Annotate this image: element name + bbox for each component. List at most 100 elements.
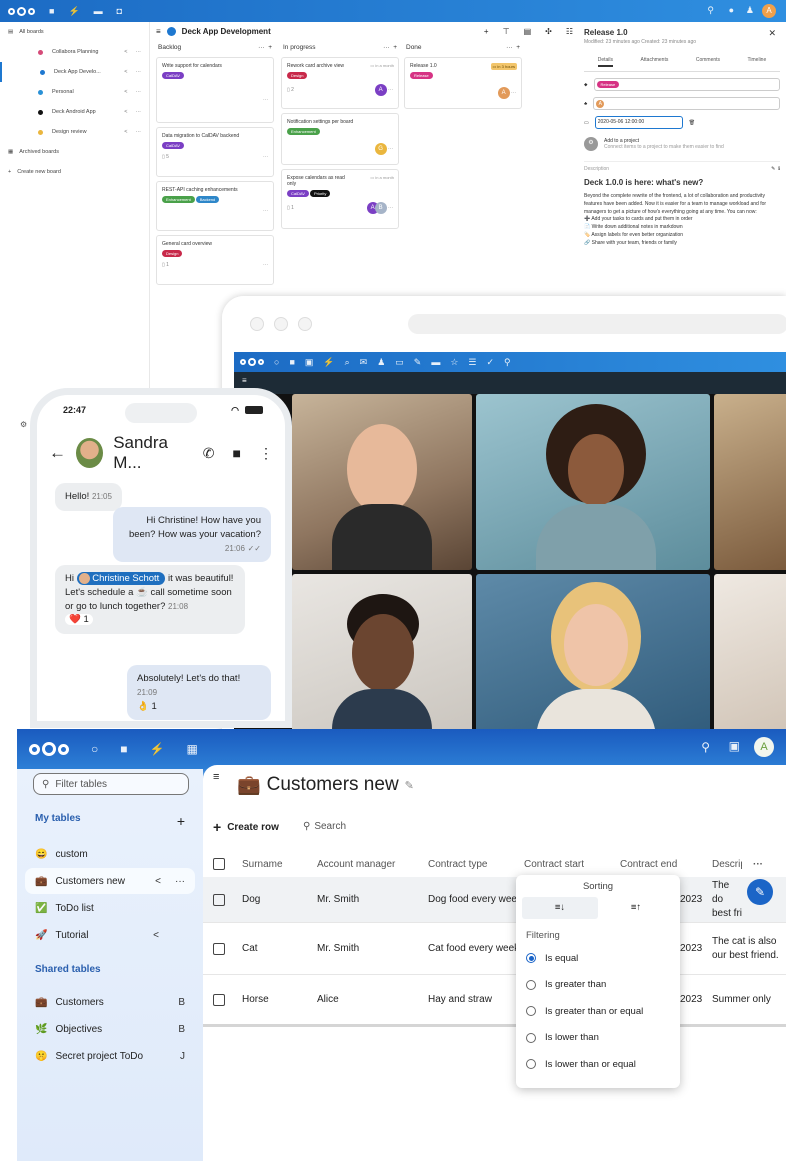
video-tile-participant[interactable] (714, 574, 786, 736)
calendar-icon[interactable]: ▭ (395, 357, 404, 368)
nextcloud-logo[interactable] (29, 742, 69, 756)
table-item-objectives[interactable]: 🌿 Objectives B (25, 1016, 195, 1042)
share-icon[interactable]: < (124, 129, 127, 135)
mention-chip[interactable]: Christine Schott (76, 572, 166, 585)
video-tile-participant[interactable] (292, 574, 472, 736)
tasks-icon[interactable]: ✓ (487, 357, 495, 368)
filter-option-is-equal[interactable]: Is equal (516, 945, 680, 972)
tab-timeline[interactable]: Timeline (748, 57, 767, 67)
table-row[interactable]: Horse Alice Hay and straw 2023 Summer on… (203, 975, 786, 1027)
deck-settings-icon[interactable]: ⚙ (20, 420, 27, 429)
column-header-surname[interactable]: Surname (242, 859, 283, 870)
filter-option-lower[interactable]: Is lower than (516, 1025, 680, 1052)
files-icon[interactable]: ■ (289, 357, 294, 367)
sidebar-toggle-icon[interactable]: ☷ (566, 27, 573, 36)
card[interactable]: Rework card archive view ▭ in a month Desi… (281, 57, 399, 109)
more-icon[interactable]: ⋮ (259, 445, 273, 462)
talk-icon[interactable]: ⌕ (345, 357, 350, 368)
card[interactable]: Expose calendars as read only ▭ in a mont… (281, 169, 399, 229)
share-icon[interactable]: < (153, 930, 159, 941)
card-menu-icon[interactable]: ··· (263, 154, 268, 160)
window-control[interactable] (250, 317, 264, 331)
filter-tables-input[interactable]: ⚲ Filter tables (33, 773, 189, 795)
more-icon[interactable]: ··· (753, 859, 763, 870)
nav-board-android[interactable]: Deck Android App < ··· (0, 102, 149, 122)
card[interactable]: General card overview Design ▯ 1 ··· (156, 235, 274, 285)
video-tile-participant[interactable] (292, 394, 472, 570)
card[interactable]: REST-API caching enhancements Enhancement… (156, 181, 274, 231)
contacts-icon[interactable]: ♟ (746, 5, 754, 16)
sort-ascending-icon[interactable]: ≡↓ (522, 897, 598, 919)
filter-option-greater[interactable]: Is greater than (516, 972, 680, 999)
more-icon[interactable]: ··· (136, 129, 142, 135)
browser-address-bar[interactable] (408, 314, 786, 334)
tab-comments[interactable]: Comments (696, 57, 720, 67)
tables-icon[interactable]: ▦ (186, 742, 197, 756)
table-item-secret-project[interactable]: 🤫 Secret project ToDo J (25, 1043, 195, 1069)
table-row[interactable]: Dog Mr. Smith Dog food every week 2023 T… (203, 877, 786, 923)
edit-row-button[interactable]: ✎ (747, 879, 773, 905)
due-date-input[interactable]: 2020-05-06 12:00:00 (594, 116, 683, 129)
reaction-chip[interactable]: 👌 1 (137, 701, 157, 712)
nav-create-board[interactable]: + Create new board (0, 162, 149, 182)
table-row[interactable]: Cat Mr. Smith Cat food every week 2023 T… (203, 923, 786, 975)
more-icon[interactable]: ··· (136, 109, 142, 115)
video-tile-participant[interactable] (476, 394, 710, 570)
column-header-contract-end[interactable]: Contract end (620, 859, 677, 870)
column-actions[interactable]: ··· + (258, 44, 272, 51)
list-icon[interactable]: ☰ (468, 357, 476, 368)
more-icon[interactable]: ··· (136, 69, 142, 75)
activity-icon[interactable]: ⚡ (150, 742, 165, 756)
card-menu-icon[interactable]: ··· (263, 208, 268, 214)
card[interactable]: Release 1.0 ▭ in 3 hours Release A ··· (404, 57, 522, 109)
window-control[interactable] (298, 317, 312, 331)
project-field[interactable]: ⚙ Add to a project Connect items to a proj… (584, 137, 780, 151)
filter-option-greater-equal[interactable]: Is greater than or equal (516, 998, 680, 1025)
share-icon[interactable]: < (155, 876, 161, 887)
contacts-icon[interactable]: ▣ (729, 739, 740, 753)
search-field[interactable]: ⚲ Search (303, 821, 346, 832)
table-item-tutorial[interactable]: 🚀 Tutorial < (25, 922, 195, 948)
menu-icon[interactable]: ≡ (156, 27, 161, 36)
card[interactable]: Write support for calendars CalDAV ··· (156, 57, 274, 123)
nav-board-design-review[interactable]: Design review < ··· (0, 122, 149, 142)
share-icon[interactable]: < (124, 69, 127, 75)
nextcloud-logo[interactable] (8, 6, 35, 16)
search-icon[interactable]: ⚲ (707, 5, 714, 16)
mail-icon[interactable]: ✉ (360, 357, 368, 368)
photos-icon[interactable]: ▣ (305, 357, 314, 368)
share-icon[interactable]: < (124, 109, 127, 115)
activity-icon[interactable]: ⚡ (323, 357, 334, 368)
card[interactable]: Notification settings per board Enhanceme… (281, 113, 399, 165)
more-icon[interactable]: ··· (136, 89, 142, 95)
tab-attachments[interactable]: Attachments (641, 57, 669, 67)
add-table-icon[interactable]: + (177, 813, 185, 829)
archive-icon[interactable]: ▤ (524, 27, 532, 36)
select-all-checkbox[interactable] (213, 858, 225, 870)
activity-icon[interactable]: ⚡ (68, 6, 79, 17)
nav-board-collabora[interactable]: Collabora Planning < ··· (0, 42, 149, 62)
column-header-contract-type[interactable]: Contract type (428, 859, 487, 870)
table-item-custom[interactable]: 😄 custom (25, 841, 195, 867)
menu-icon[interactable]: ≡ (242, 376, 247, 385)
share-icon[interactable]: < (124, 49, 127, 55)
notes-icon[interactable]: ◘ (117, 6, 122, 16)
column-header-description[interactable]: Descrip (712, 859, 742, 870)
bookmarks-icon[interactable]: ☆ (450, 357, 458, 368)
settings-icon[interactable]: ✣ (545, 27, 552, 36)
share-icon[interactable]: < (124, 89, 127, 95)
add-icon[interactable]: + (484, 27, 489, 36)
back-arrow-icon[interactable]: ← (49, 443, 66, 463)
assignee-input[interactable]: A (593, 97, 780, 110)
card-menu-icon[interactable]: ··· (263, 97, 268, 103)
notes-icon[interactable]: ✎ (414, 357, 422, 368)
deck-icon[interactable]: ▬ (94, 6, 103, 16)
files-icon[interactable]: ■ (120, 742, 127, 756)
window-control[interactable] (274, 317, 288, 331)
close-icon[interactable]: ✕ (768, 28, 776, 39)
tags-input[interactable]: Release (593, 78, 780, 91)
table-item-customers[interactable]: 💼 Customers B (25, 989, 195, 1015)
card[interactable]: Data migration to CalDAV backend CalDAV ▯ … (156, 127, 274, 177)
sort-descending-icon[interactable]: ≡↑ (598, 897, 674, 919)
video-icon[interactable]: ■ (233, 445, 241, 462)
